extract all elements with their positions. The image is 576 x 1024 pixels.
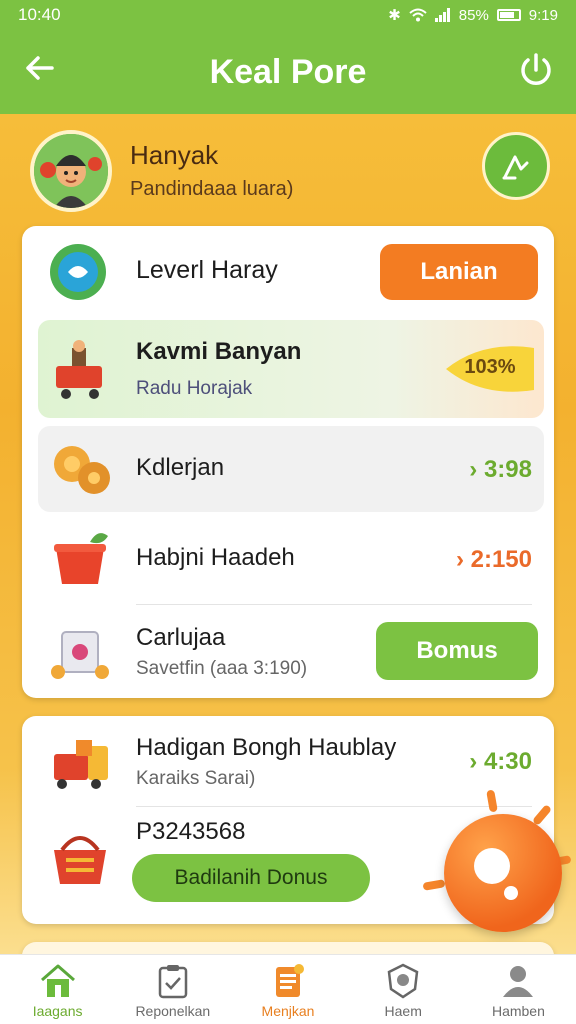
list-item-kdlerjan[interactable]: Kdlerjan › 3:98 bbox=[38, 426, 544, 512]
power-icon bbox=[521, 53, 551, 85]
list-item-title: Hadigan Bongh Haublay bbox=[136, 734, 397, 761]
list-item-value: › 4:30 bbox=[469, 748, 532, 775]
floating-action-button[interactable] bbox=[422, 789, 576, 950]
highlight-row[interactable]: Kavmi Banyan Radu Horajak 103% bbox=[38, 320, 544, 418]
profile-name: Hanyak bbox=[130, 140, 219, 170]
nav-item-home[interactable]: Iaagans bbox=[0, 955, 115, 1024]
profile-subtitle: Pandindaaa luara) bbox=[130, 178, 294, 200]
list-item-title: Carlujaa bbox=[136, 624, 226, 651]
list-item-subtitle: Karaiks Sarai) bbox=[136, 768, 256, 789]
badge-icon bbox=[387, 963, 419, 999]
back-button[interactable] bbox=[20, 50, 60, 90]
nav-label: Haem bbox=[384, 1003, 422, 1019]
battery-icon bbox=[496, 9, 521, 21]
cart-icon bbox=[50, 336, 110, 402]
nav-item-member[interactable]: Hamben bbox=[461, 955, 576, 1024]
status-bar: 10:40 ✱ 85% 9:19 bbox=[0, 0, 576, 30]
list-item-value: › 2:150 bbox=[455, 546, 532, 573]
highlight-subtitle: Radu Horajak bbox=[136, 378, 253, 399]
nav-label: Hamben bbox=[491, 1003, 545, 1019]
nav-item-team[interactable]: Haem bbox=[346, 955, 461, 1024]
power-button[interactable] bbox=[516, 50, 556, 90]
delivery-truck-icon bbox=[48, 732, 112, 796]
orange-ball-icon bbox=[444, 814, 562, 932]
profile-section: Hanyak Pandindaaa luara) bbox=[30, 130, 550, 220]
list-item-habjni[interactable]: Habjni Haadeh › 2:150 bbox=[22, 516, 554, 602]
list-item-title: Kdlerjan bbox=[136, 454, 225, 481]
app-header: Keal Pore bbox=[0, 30, 576, 114]
status-indicators: ✱ 85% 9:19 bbox=[388, 6, 558, 25]
bluetooth-icon: ✱ bbox=[388, 7, 401, 24]
pencil-icon bbox=[502, 155, 529, 180]
nav-item-tasks[interactable]: Menjkan bbox=[230, 955, 345, 1024]
bonus-code: P3243568 bbox=[136, 818, 246, 845]
clipboard-check-icon bbox=[158, 965, 188, 999]
coin-bag-icon bbox=[50, 438, 114, 500]
nav-label: Menjkan bbox=[261, 1003, 315, 1019]
nav-item-reports[interactable]: Reponelkan bbox=[115, 955, 230, 1024]
page-title: Keal Pore bbox=[209, 52, 367, 91]
signal-icon bbox=[434, 8, 450, 22]
claim-bonus-button[interactable]: Badilanih Donus bbox=[132, 854, 370, 902]
basket-icon bbox=[48, 828, 112, 892]
status-time: 10:40 bbox=[18, 5, 61, 24]
list-item-title: Habjni Haadeh bbox=[136, 544, 295, 571]
arrow-left-icon bbox=[26, 56, 54, 80]
home-icon bbox=[40, 964, 75, 997]
highlight-title: Kavmi Banyan bbox=[136, 338, 302, 365]
list-item-value: › 3:98 bbox=[469, 456, 532, 483]
bottom-nav: Iaagans Reponelkan Menjkan Haem Hamben bbox=[0, 954, 576, 1024]
nav-label: Reponelkan bbox=[135, 1003, 211, 1019]
level-icon bbox=[48, 242, 112, 306]
gift-box-icon bbox=[48, 620, 112, 684]
list-item-carlujaa: Carlujaa Savetfin (aaa 3:190) Bomus bbox=[22, 608, 554, 698]
notepad-icon bbox=[276, 964, 304, 997]
wifi-icon bbox=[409, 8, 427, 22]
avatar[interactable] bbox=[30, 130, 112, 212]
level-row: Leverl Haray Lanian bbox=[22, 226, 554, 318]
avatar-illustration bbox=[34, 134, 108, 208]
percent-badge: 103% bbox=[442, 342, 538, 396]
edit-profile-button[interactable] bbox=[482, 132, 550, 200]
pot-icon bbox=[48, 528, 112, 592]
profile-icon bbox=[503, 966, 534, 997]
lanian-button[interactable]: Lanian bbox=[380, 244, 538, 300]
status-clock-right: 9:19 bbox=[528, 6, 558, 24]
percent-badge-text: 103% bbox=[464, 356, 516, 378]
ray-decoration bbox=[486, 789, 498, 813]
bonus-button[interactable]: Bomus bbox=[376, 622, 538, 680]
rewards-card: Leverl Haray Lanian Kavmi Banyan Radu Ho… bbox=[22, 226, 554, 698]
battery-percent: 85% bbox=[458, 6, 489, 24]
divider bbox=[136, 604, 532, 605]
level-title: Leverl Haray bbox=[136, 256, 278, 284]
ray-decoration bbox=[422, 879, 446, 891]
nav-label: Iaagans bbox=[32, 1003, 83, 1019]
list-item-subtitle: Savetfin (aaa 3:190) bbox=[136, 658, 308, 679]
